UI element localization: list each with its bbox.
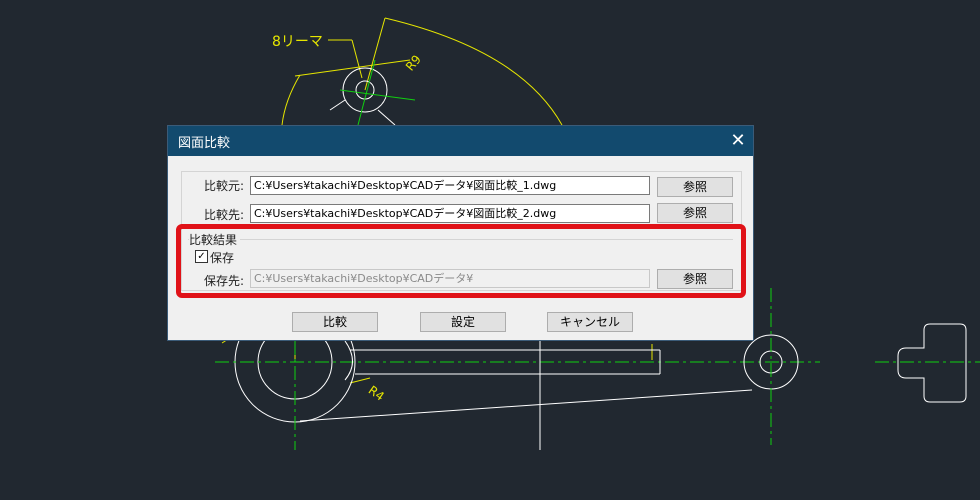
dialog-title-bar[interactable]: 図面比較 ✕ <box>168 126 753 156</box>
compare-button[interactable]: 比較 <box>292 312 378 332</box>
source-path-field[interactable]: C:¥Users¥takachi¥Desktop¥CADデータ¥図面比較_1.d… <box>250 176 650 195</box>
source-label: 比較元: <box>204 179 245 193</box>
radius-r4-annotation: R4 <box>366 383 387 404</box>
target-path-field[interactable]: C:¥Users¥takachi¥Desktop¥CADデータ¥図面比較_2.d… <box>250 204 650 223</box>
source-browse-button[interactable]: 参照 <box>657 177 733 197</box>
cancel-button[interactable]: キャンセル <box>547 312 633 332</box>
target-browse-button[interactable]: 参照 <box>657 203 733 223</box>
result-highlight-box <box>176 224 746 298</box>
target-label: 比較先: <box>204 208 245 222</box>
close-icon[interactable]: ✕ <box>723 126 753 156</box>
dialog-title: 図面比較 <box>178 136 231 151</box>
radius-r9-annotation: R9 <box>403 52 424 73</box>
reamer-annotation: 8リーマ <box>272 34 323 50</box>
settings-button[interactable]: 設定 <box>420 312 506 332</box>
